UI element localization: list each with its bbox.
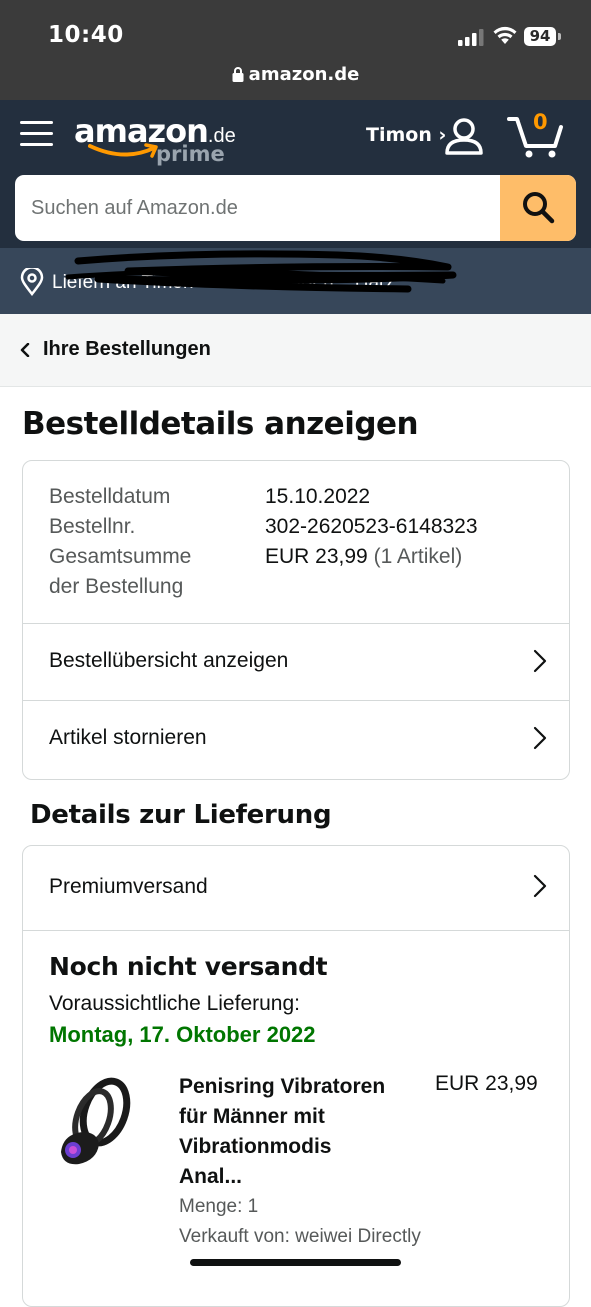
redaction-scribble <box>65 250 457 293</box>
delivery-card: Premiumversand Noch nicht versandt Vorau… <box>22 845 570 1307</box>
breadcrumb-orders-link[interactable]: Ihre Bestellungen <box>43 338 211 361</box>
product-image[interactable] <box>53 1074 133 1174</box>
amazon-prime-logo[interactable]: amazon.de prime <box>74 112 236 166</box>
cart-count: 0 <box>533 110 548 134</box>
search-bar <box>15 175 576 241</box>
page-title: Bestelldetails anzeigen <box>22 406 419 442</box>
order-number-label: Bestellnr. <box>49 515 136 538</box>
order-overview-link[interactable]: Bestellübersicht anzeigen <box>23 624 569 701</box>
signal-icon <box>458 29 484 46</box>
product-name-line: für Männer mit <box>179 1105 325 1128</box>
battery-tip <box>558 33 561 40</box>
url-bar[interactable]: amazon.de <box>0 64 591 85</box>
order-number-value: 302-2620523-6148323 <box>265 515 478 538</box>
shipping-method-label: Premiumversand <box>49 875 208 898</box>
chevron-right-icon <box>533 726 547 750</box>
shipment-status: Noch nicht versandt <box>49 952 328 981</box>
clock: 10:40 <box>48 22 124 48</box>
order-total-label-2: der Bestellung <box>49 575 184 598</box>
product-name[interactable]: Penisring Vibratoren für Männer mit Vibr… <box>179 1072 419 1192</box>
delivery-section-title: Details zur Lieferung <box>30 800 332 830</box>
product-price: EUR 23,99 <box>435 1072 538 1095</box>
account-link[interactable]: Timon › <box>366 124 446 146</box>
status-bar: 10:40 94 amazon.de <box>0 0 591 100</box>
product-seller: Verkauft von: weiwei Directly <box>179 1226 421 1247</box>
chevron-right-icon <box>533 874 547 898</box>
order-date-value: 15.10.2022 <box>265 485 371 508</box>
hamburger-menu-icon[interactable] <box>20 118 53 148</box>
search-icon <box>523 191 555 223</box>
eta-date: Montag, 17. Oktober 2022 <box>49 1022 316 1047</box>
product-name-line: Anal... <box>179 1165 243 1188</box>
divider <box>23 930 569 931</box>
order-total-label-1: Gesamtsumme <box>49 545 192 568</box>
lock-icon <box>232 67 244 82</box>
order-info-card: Bestelldatum 15.10.2022 Bestellnr. 302-2… <box>22 460 570 780</box>
order-item-count: (1 Artikel) <box>373 545 463 568</box>
cancel-items-label: Artikel stornieren <box>49 726 207 749</box>
url-text: amazon.de <box>248 64 360 85</box>
search-input[interactable] <box>15 175 517 241</box>
user-icon[interactable] <box>444 116 484 156</box>
product-name-line: Vibrationmodis <box>179 1135 332 1158</box>
order-overview-label: Bestellübersicht anzeigen <box>49 649 289 672</box>
location-pin-icon <box>20 268 44 296</box>
product-quantity: Menge: 1 <box>179 1196 259 1217</box>
chevron-left-icon[interactable] <box>20 343 30 357</box>
search-button[interactable] <box>500 175 576 241</box>
smile-arrow-icon <box>88 143 158 158</box>
logo-prime: prime <box>156 142 225 166</box>
order-date-label: Bestelldatum <box>49 485 171 508</box>
chevron-right-icon <box>533 649 547 673</box>
eta-label: Voraussichtliche Lieferung: <box>49 992 300 1015</box>
order-total-amount: EUR 23,99 <box>265 545 368 568</box>
product-name-line: Penisring Vibratoren <box>179 1075 386 1098</box>
home-indicator[interactable] <box>190 1259 401 1266</box>
battery-indicator: 94 <box>524 27 556 46</box>
order-total-value: EUR 23,99 (1 Artikel) <box>265 545 462 569</box>
shipping-method-link[interactable]: Premiumversand <box>23 846 569 930</box>
cancel-items-link[interactable]: Artikel stornieren <box>23 701 569 778</box>
wifi-icon <box>493 26 517 44</box>
